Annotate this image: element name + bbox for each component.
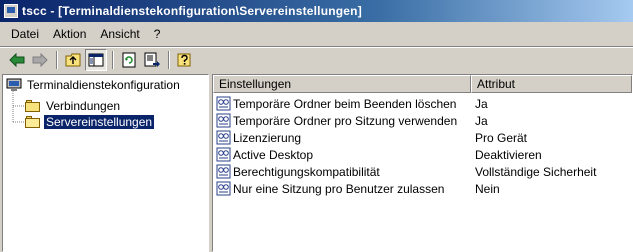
server-setting-icon: [216, 147, 231, 162]
menu-datei[interactable]: Datei: [4, 25, 46, 43]
setting-value: Ja: [475, 113, 488, 128]
column-header-attribut[interactable]: Attribut: [471, 75, 632, 93]
forward-arrow-icon: [32, 52, 48, 67]
tree-item-servereinstellungen[interactable]: Servereinstellungen: [25, 114, 156, 130]
forward-button[interactable]: [29, 49, 51, 71]
tree-root-label: Terminaldienstekonfiguration: [27, 78, 180, 92]
server-setting-icon: [216, 181, 231, 196]
menu-aktion[interactable]: Aktion: [46, 25, 93, 43]
setting-value: Deaktivieren: [475, 147, 542, 162]
refresh-button[interactable]: [118, 49, 140, 71]
setting-value: Ja: [475, 96, 488, 111]
open-folder-icon: [25, 115, 41, 129]
menu-help[interactable]: ?: [147, 25, 168, 43]
toolbar-separator: [112, 50, 114, 69]
server-setting-icon: [216, 164, 231, 179]
back-arrow-icon: [9, 52, 25, 67]
list-header: Einstellungen Attribut: [213, 75, 632, 93]
toolbar: [0, 47, 633, 72]
export-list-icon: [144, 52, 160, 67]
computer-console-icon: [6, 78, 22, 91]
column-header-einstellungen[interactable]: Einstellungen: [213, 75, 471, 93]
tree-item-verbindungen[interactable]: Verbindungen: [25, 98, 122, 114]
title-bar[interactable]: tscc - [Terminaldienstekonfiguration\Ser…: [0, 0, 633, 22]
up-one-level-button[interactable]: [62, 49, 84, 71]
back-button[interactable]: [6, 49, 28, 71]
show-hide-console-tree-button[interactable]: [85, 48, 107, 71]
menu-ansicht[interactable]: Ansicht: [93, 25, 146, 43]
setting-name: Nur eine Sitzung pro Benutzer zulassen: [233, 181, 445, 196]
server-setting-icon: [216, 96, 231, 111]
folder-icon: [25, 99, 41, 113]
list-row[interactable]: Active Desktop Deaktivieren: [213, 146, 632, 163]
setting-name: Temporäre Ordner pro Sitzung verwenden: [233, 113, 458, 128]
toolbar-separator: [168, 50, 170, 69]
export-list-button[interactable]: [141, 49, 163, 71]
details-list[interactable]: Einstellungen Attribut Temporäre Ordner …: [212, 74, 633, 252]
setting-name: Active Desktop: [233, 147, 314, 162]
refresh-icon: [122, 52, 136, 67]
server-setting-icon: [216, 113, 231, 128]
setting-value: Nein: [475, 181, 500, 196]
list-row[interactable]: Temporäre Ordner beim Beenden löschen Ja: [213, 95, 632, 112]
app-icon[interactable]: [4, 4, 18, 18]
tree-item-label: Servereinstellungen: [42, 114, 156, 130]
console-tree[interactable]: Terminaldienstekonfiguration Verbindunge…: [2, 74, 209, 252]
toolbar-separator: [56, 50, 58, 69]
show-hide-tree-icon: [88, 53, 104, 66]
menu-bar: Datei Aktion Ansicht ?: [0, 22, 633, 47]
help-button[interactable]: [174, 49, 196, 71]
list-row[interactable]: Nur eine Sitzung pro Benutzer zulassen N…: [213, 180, 632, 197]
setting-value: Pro Gerät: [475, 130, 528, 145]
server-setting-icon: [216, 130, 231, 145]
window-title: tscc - [Terminaldienstekonfiguration\Ser…: [22, 4, 362, 18]
up-folder-icon: [65, 53, 81, 66]
list-row[interactable]: Lizenzierung Pro Gerät: [213, 129, 632, 146]
help-icon: [177, 53, 191, 66]
setting-name: Berechtigungskompatibilität: [233, 164, 380, 179]
setting-name: Lizenzierung: [233, 130, 302, 145]
list-row[interactable]: Berechtigungskompatibilität Vollständige…: [213, 163, 632, 180]
setting-value: Vollständige Sicherheit: [475, 164, 597, 179]
setting-name: Temporäre Ordner beim Beenden löschen: [233, 96, 457, 111]
tree-item-label: Verbindungen: [46, 99, 121, 113]
list-rows: Temporäre Ordner beim Beenden löschen Ja…: [213, 95, 632, 197]
list-row[interactable]: Temporäre Ordner pro Sitzung verwenden J…: [213, 112, 632, 129]
